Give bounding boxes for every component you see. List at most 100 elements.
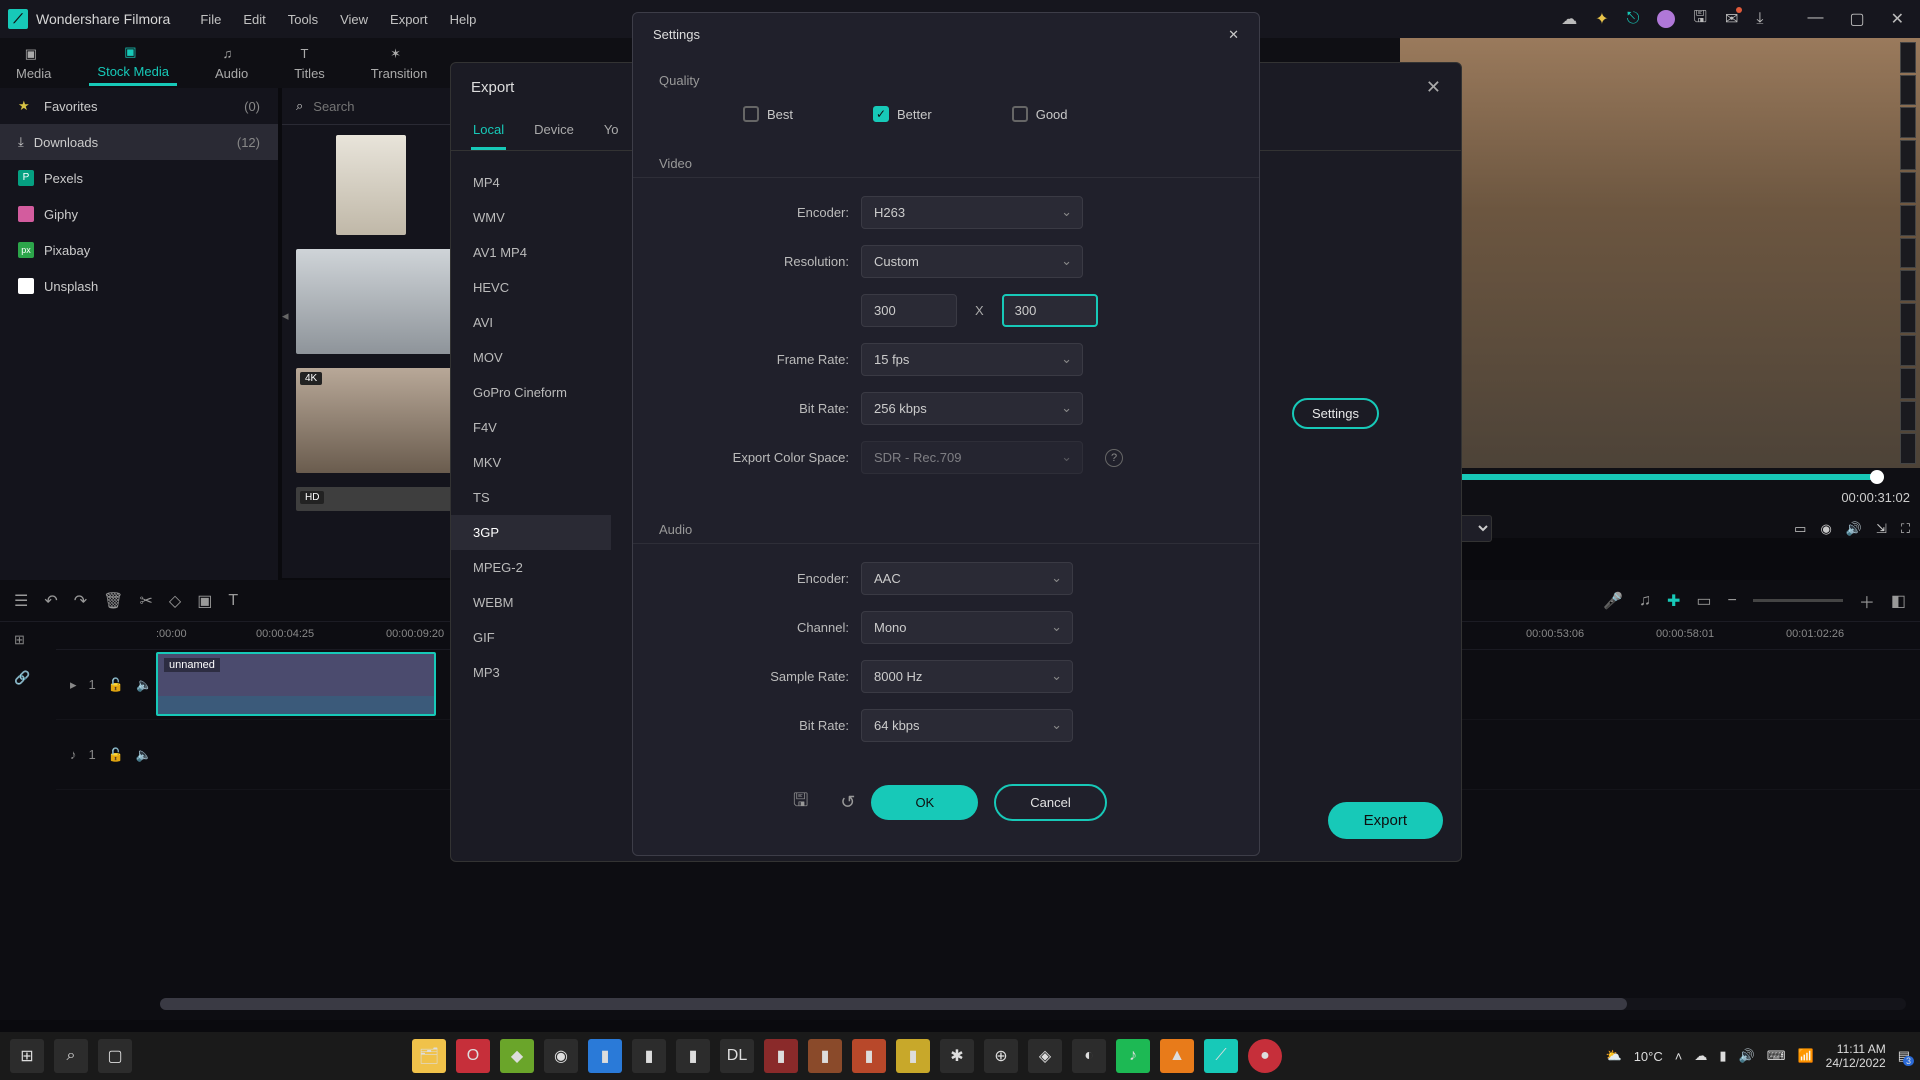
resolution-width-input[interactable]: 300 [861,294,957,327]
app-icon[interactable]: ▮ [764,1039,798,1073]
fullscreen-icon[interactable]: ⛶ [1901,521,1910,537]
menu-tools[interactable]: Tools [288,12,318,27]
notifications-icon[interactable]: ▤3 [1898,1048,1910,1064]
quality-better[interactable]: ✓Better [873,106,932,122]
media-thumb[interactable]: HD [296,487,456,511]
tray-chevron-icon[interactable]: ˄ [1675,1049,1683,1064]
opera-icon[interactable]: O [456,1039,490,1073]
export-close-icon[interactable]: ✕ [1426,77,1441,98]
tray-wifi-icon[interactable]: 📶 [1797,1048,1813,1064]
chrome-icon[interactable]: ◉ [544,1039,578,1073]
app-icon[interactable]: ▮ [808,1039,842,1073]
format-f4v[interactable]: F4V [451,410,611,445]
volume-icon[interactable]: 🔊 [1846,521,1862,537]
format-gif[interactable]: GIF [451,620,611,655]
nvidia-icon[interactable]: ◆ [500,1039,534,1073]
close-button[interactable]: ✕ [1883,5,1912,33]
format-mp3[interactable]: MP3 [451,655,611,690]
maximize-button[interactable]: ▢ [1841,5,1872,33]
download-icon[interactable]: ⤓ [1756,10,1763,28]
app-icon[interactable]: DL [720,1039,754,1073]
vlc-icon[interactable]: ▲ [1160,1039,1194,1073]
menu-edit[interactable]: Edit [243,12,265,27]
ok-button[interactable]: OK [871,785,978,820]
sidebar-item-favorites[interactable]: ★ Favorites (0) [0,88,278,124]
menu-help[interactable]: Help [450,12,477,27]
minimize-button[interactable]: — [1799,5,1831,33]
app-icon[interactable]: ✱ [940,1039,974,1073]
quality-best[interactable]: Best [743,106,793,122]
channel-select[interactable]: Mono [861,611,1073,644]
filmora-taskbar-icon[interactable]: ⟋ [1204,1039,1238,1073]
tab-audio[interactable]: ♫Audio [207,42,256,85]
undo-icon[interactable]: ↶ [44,591,57,611]
samplerate-select[interactable]: 8000 Hz [861,660,1073,693]
save-preset-icon[interactable]: 🖫 [793,788,808,818]
sidebar-item-giphy[interactable]: Giphy [0,196,278,232]
text-icon[interactable]: T [228,592,238,610]
app-icon[interactable]: ▮ [896,1039,930,1073]
taskview-icon[interactable]: ▢ [98,1039,132,1073]
export-tab-local[interactable]: Local [471,112,506,150]
cloud-icon[interactable]: ☁ [1561,9,1577,29]
export-tab-youtube[interactable]: Yo [602,112,621,150]
framerate-select[interactable]: 15 fps [861,343,1083,376]
app-icon[interactable]: ● [1248,1039,1282,1073]
help-icon[interactable]: ? [1105,449,1123,467]
toggle-panel-icon[interactable]: ◧ [1891,591,1906,611]
tips-icon[interactable]: ✦ [1595,9,1608,29]
zoom-out-icon[interactable]: − [1728,592,1737,610]
menu-export[interactable]: Export [390,12,428,27]
format-webm[interactable]: WEBM [451,585,611,620]
explorer-icon[interactable]: 🗂 [412,1039,446,1073]
sidebar-item-unsplash[interactable]: Unsplash [0,268,278,304]
media-thumb[interactable]: 4K [296,368,456,473]
resolution-select[interactable]: Custom [861,245,1083,278]
spotify-icon[interactable]: ♪ [1116,1039,1150,1073]
profile-icon[interactable] [1657,10,1675,28]
reset-icon[interactable]: ↺ [840,792,855,813]
weather-temp[interactable]: 10°C [1634,1049,1663,1064]
timeline-clip[interactable]: unnamed [156,652,436,716]
playhead-knob[interactable] [1870,470,1884,484]
video-encoder-select[interactable]: H263 [861,196,1083,229]
tray-lang-icon[interactable]: ⌨ [1767,1048,1786,1064]
tab-stock-media[interactable]: ▣Stock Media [89,40,177,86]
mute-icon[interactable]: 🔈 [136,677,152,693]
support-icon[interactable]: ⎋ [1627,10,1640,28]
app-icon[interactable]: ⊕ [984,1039,1018,1073]
tab-transitions[interactable]: ✶Transition [363,42,436,85]
redo-icon[interactable]: ↷ [74,591,87,611]
message-icon[interactable]: ✉ [1725,9,1738,29]
tray-volume-icon[interactable]: 🔊 [1739,1048,1755,1064]
media-thumb[interactable] [296,249,456,354]
sidebar-item-pexels[interactable]: P Pexels [0,160,278,196]
cut-icon[interactable]: ✂ [139,591,152,611]
format-av1mp4[interactable]: AV1 MP4 [451,235,611,270]
weather-icon[interactable]: ⛅ [1606,1048,1622,1064]
mixer-icon[interactable]: ♫ [1639,592,1651,610]
collapse-left-icon[interactable]: ◂ [282,308,289,324]
menu-view[interactable]: View [340,12,368,27]
format-mov[interactable]: MOV [451,340,611,375]
app-icon[interactable]: ◈ [1028,1039,1062,1073]
settings-button[interactable]: Settings [1292,398,1379,429]
lock-icon[interactable]: 🔓 [108,677,124,693]
format-mkv[interactable]: MKV [451,445,611,480]
mic-icon[interactable]: 🎤 [1603,591,1623,611]
export-button[interactable]: Export [1328,802,1443,839]
settings-close-icon[interactable]: ✕ [1228,27,1239,43]
format-avi[interactable]: AVI [451,305,611,340]
tracks-icon[interactable]: ☰ [14,591,28,611]
app-icon[interactable]: ▮ [588,1039,622,1073]
zoom-slider[interactable] [1753,599,1843,602]
snapshot-icon[interactable]: ◉ [1820,521,1831,537]
media-thumb[interactable] [336,135,406,235]
video-bitrate-select[interactable]: 256 kbps [861,392,1083,425]
cancel-button[interactable]: Cancel [994,784,1106,821]
tab-titles[interactable]: TTitles [286,42,333,85]
timeline-hscroll-thumb[interactable] [160,998,1627,1010]
crop-icon[interactable]: ▣ [197,591,212,611]
format-gopro[interactable]: GoPro Cineform [451,375,611,410]
audio-encoder-select[interactable]: AAC [861,562,1073,595]
